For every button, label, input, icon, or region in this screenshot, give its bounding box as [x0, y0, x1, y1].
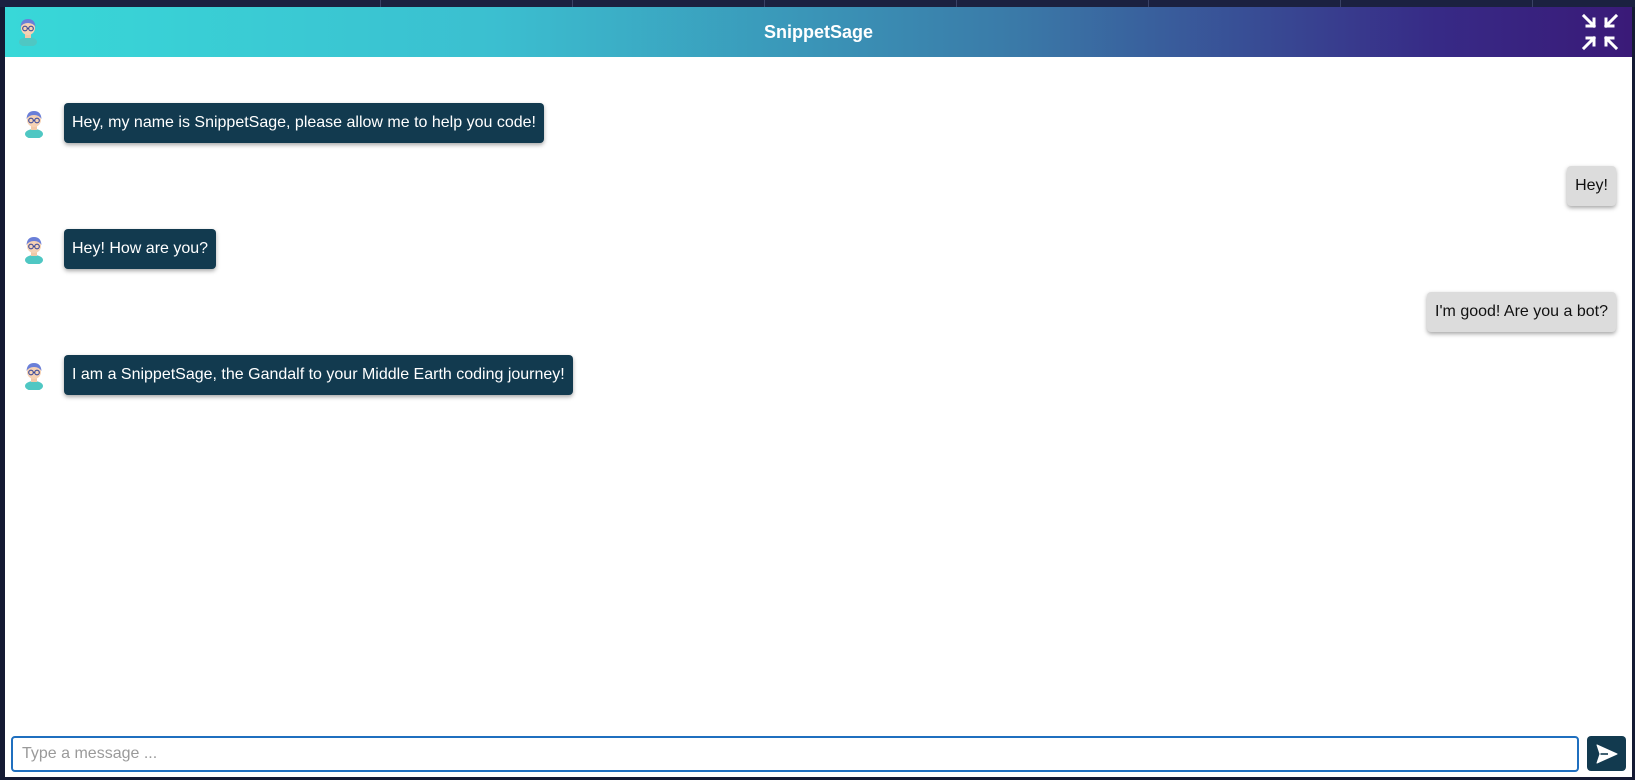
- user-message-row: Hey!: [5, 166, 1632, 206]
- user-message-row: I'm good! Are you a bot?: [5, 292, 1632, 332]
- background-divider: [572, 0, 573, 7]
- chat-window: SnippetSage Hey, my name is SnippetSage,…: [5, 7, 1632, 777]
- chat-title: SnippetSage: [763, 21, 874, 42]
- user-message-bubble: I'm good! Are you a bot?: [1427, 292, 1616, 332]
- background-divider: [380, 0, 381, 7]
- message-input[interactable]: [11, 735, 1579, 772]
- chat-header: SnippetSage: [5, 7, 1632, 57]
- background-divider: [1148, 0, 1149, 7]
- send-button[interactable]: [1587, 736, 1626, 771]
- bot-message-bubble: Hey, my name is SnippetSage, please allo…: [64, 103, 544, 143]
- minimize-button[interactable]: [1580, 12, 1620, 52]
- background-divider: [1340, 0, 1341, 7]
- sage-avatar-icon: [19, 19, 37, 46]
- background-divider: [764, 0, 765, 7]
- bot-message-row: Hey, my name is SnippetSage, please allo…: [5, 103, 1632, 143]
- sage-avatar-icon: [25, 363, 43, 390]
- bot-message-row: Hey! How are you?: [5, 229, 1632, 269]
- sage-avatar-icon: [25, 111, 43, 138]
- user-message-bubble: Hey!: [1567, 166, 1616, 206]
- bot-message-bubble: Hey! How are you?: [64, 229, 217, 269]
- sage-avatar-icon: [25, 237, 43, 264]
- bot-message-bubble: I am a SnippetSage, the Gandalf to your …: [64, 355, 573, 395]
- background-divider: [956, 0, 957, 7]
- message-list: Hey, my name is SnippetSage, please allo…: [5, 57, 1632, 730]
- background-divider: [1532, 0, 1533, 7]
- background-page: [0, 0, 1635, 7]
- send-icon: [1596, 744, 1617, 763]
- message-composer: [5, 730, 1632, 777]
- bot-message-row: I am a SnippetSage, the Gandalf to your …: [5, 355, 1632, 395]
- minimize-arrows-icon: [1581, 13, 1619, 51]
